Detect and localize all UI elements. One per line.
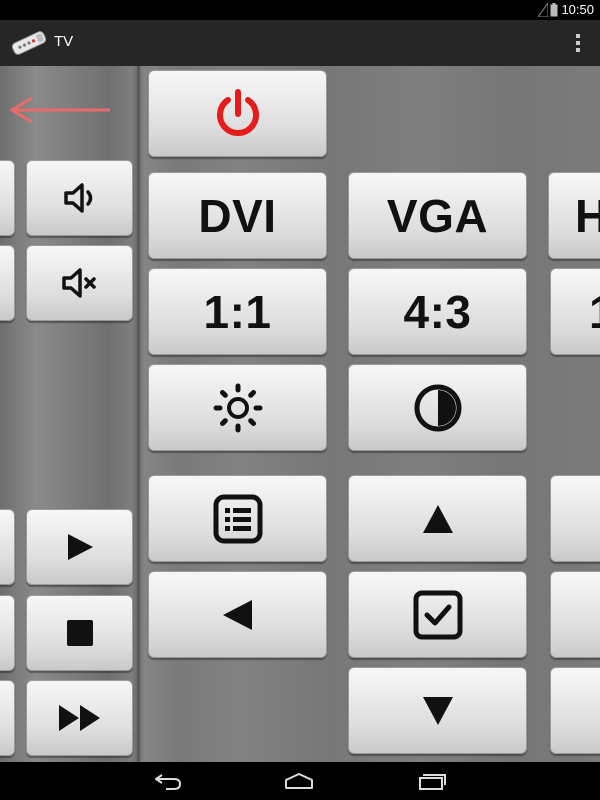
right-edge-button-1[interactable] xyxy=(550,475,600,562)
navigation-bar xyxy=(0,762,600,800)
signal-icon xyxy=(538,3,548,17)
ratio-4-3-button[interactable]: 4:3 xyxy=(348,268,527,355)
ratio-partial-label: 1 xyxy=(589,285,600,339)
ratio-1-1-button[interactable]: 1:1 xyxy=(148,268,327,355)
brightness-button[interactable] xyxy=(148,364,327,451)
volume-icon xyxy=(63,183,92,213)
checkbox-icon xyxy=(413,590,462,639)
back-icon[interactable] xyxy=(152,771,184,791)
play-icon xyxy=(67,534,93,560)
contrast-button[interactable] xyxy=(348,364,527,451)
remote-icon xyxy=(11,31,47,55)
list-icon xyxy=(213,494,262,543)
volume-up-button[interactable] xyxy=(26,160,133,236)
stop-button[interactable] xyxy=(26,595,133,671)
dvi-button[interactable]: DVI xyxy=(148,172,327,259)
hdmi-button[interactable]: H xyxy=(548,172,600,259)
stop-icon xyxy=(66,620,93,646)
screen-title: TV xyxy=(54,33,74,50)
brightness-icon xyxy=(213,383,262,432)
recents-icon[interactable] xyxy=(416,771,448,791)
power-icon xyxy=(216,88,259,136)
triangle-left-icon xyxy=(222,599,252,630)
battery-icon xyxy=(550,3,558,17)
ratio-4-3-label: 4:3 xyxy=(403,285,472,338)
status-bar: 10:50 xyxy=(0,0,600,20)
triangle-down-icon xyxy=(422,696,453,725)
up-button[interactable] xyxy=(348,475,527,562)
remote-panel: DVI VGA H 1:1 4:3 1 xyxy=(0,66,600,762)
down-button[interactable] xyxy=(348,667,527,754)
menu-button[interactable] xyxy=(148,475,327,562)
fast-forward-button[interactable] xyxy=(26,680,133,756)
ok-button[interactable] xyxy=(348,571,527,658)
left-edge-button-1[interactable] xyxy=(0,160,15,236)
left-edge-button-3[interactable] xyxy=(0,509,15,585)
vga-label: VGA xyxy=(386,189,489,242)
panel-divider xyxy=(137,66,140,762)
left-button[interactable] xyxy=(148,571,327,658)
triangle-up-icon xyxy=(422,504,453,533)
vga-button[interactable]: VGA xyxy=(348,172,527,259)
ratio-partial-button[interactable]: 1 xyxy=(550,268,600,355)
fast-forward-icon xyxy=(58,705,100,731)
left-edge-button-2[interactable] xyxy=(0,245,15,321)
right-edge-button-2[interactable] xyxy=(550,571,600,658)
more-vert-icon[interactable] xyxy=(574,32,582,54)
mute-button[interactable] xyxy=(26,245,133,321)
ratio-1-1-label: 1:1 xyxy=(203,285,272,338)
action-bar: TV xyxy=(0,20,600,67)
mute-icon xyxy=(61,268,96,298)
contrast-icon xyxy=(414,384,461,431)
left-edge-button-4[interactable] xyxy=(0,595,15,671)
clock: 10:50 xyxy=(561,2,594,17)
hdmi-label: H xyxy=(575,189,600,242)
home-icon[interactable] xyxy=(283,771,315,791)
power-button[interactable] xyxy=(148,70,327,157)
right-edge-button-3[interactable] xyxy=(550,667,600,754)
play-button[interactable] xyxy=(26,509,133,585)
left-edge-button-5[interactable] xyxy=(0,680,15,756)
arrow-left-icon[interactable] xyxy=(8,96,112,124)
dvi-label: DVI xyxy=(198,189,277,242)
